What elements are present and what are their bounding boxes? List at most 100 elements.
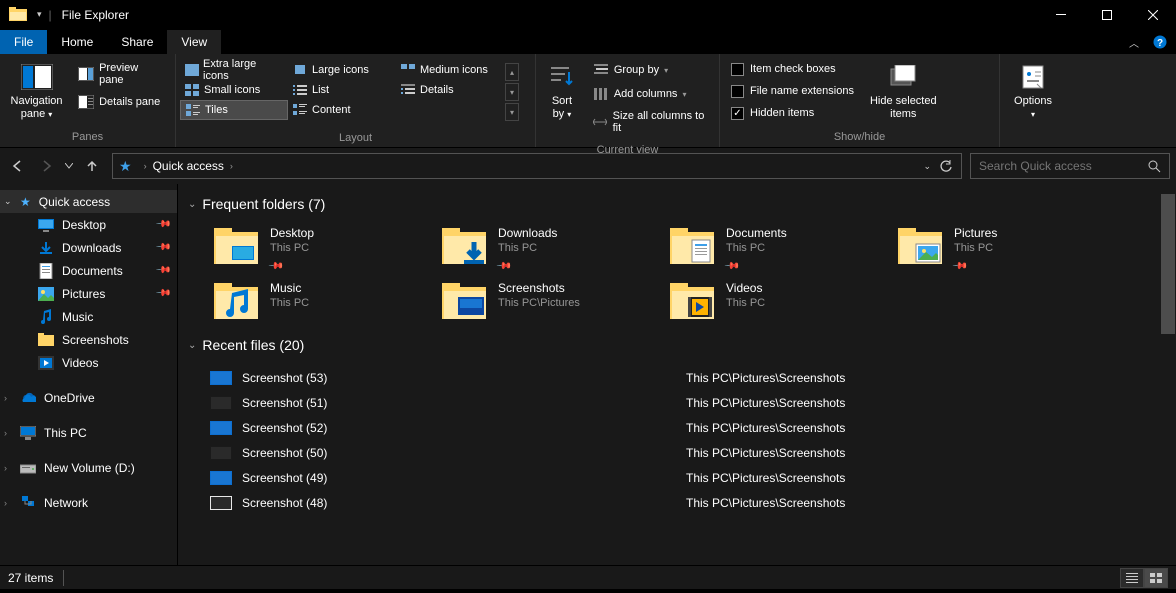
- expand-icon[interactable]: ›: [4, 463, 7, 473]
- recent-dropdown[interactable]: [62, 154, 76, 178]
- scrollbar-thumb[interactable]: [1161, 194, 1175, 334]
- folder-name: Downloads: [498, 226, 557, 240]
- desktop-icon: [38, 217, 54, 233]
- tab-file[interactable]: File: [0, 30, 47, 54]
- recent-file-row[interactable]: Screenshot (48)This PC\Pictures\Screensh…: [210, 490, 1176, 515]
- maximize-button[interactable]: [1084, 0, 1130, 30]
- quick-access-star-icon: ★: [119, 158, 132, 175]
- navigation-pane-button[interactable]: Navigation pane ▾: [3, 57, 70, 125]
- tab-view[interactable]: View: [167, 30, 221, 54]
- help-icon[interactable]: ?: [1148, 30, 1172, 54]
- layout-extra-large[interactable]: Extra large icons: [180, 60, 288, 80]
- sidebar-item-downloads[interactable]: Downloads📌: [0, 236, 177, 259]
- folder-tile[interactable]: DownloadsThis PC📌: [436, 220, 664, 275]
- gallery-expand[interactable]: ▾: [505, 103, 519, 121]
- folder-name: Screenshots: [498, 281, 580, 295]
- recent-file-row[interactable]: Screenshot (53)This PC\Pictures\Screensh…: [210, 365, 1176, 390]
- navigation-pane-icon: [21, 61, 53, 93]
- tab-share[interactable]: Share: [107, 30, 167, 54]
- folder-tile[interactable]: ScreenshotsThis PC\Pictures: [436, 275, 664, 325]
- layout-list[interactable]: List: [288, 80, 396, 100]
- folder-tile[interactable]: VideosThis PC: [664, 275, 892, 325]
- address-input[interactable]: ★ › Quick access › ⌄: [112, 153, 962, 179]
- folder-tile[interactable]: DocumentsThis PC📌: [664, 220, 892, 275]
- layout-small[interactable]: Small icons: [180, 80, 288, 100]
- collapse-ribbon-icon[interactable]: ︿: [1120, 30, 1148, 54]
- sidebar-quick-access[interactable]: ⌄★Quick access: [0, 190, 177, 213]
- file-extensions-toggle[interactable]: File name extensions: [725, 81, 860, 101]
- forward-button[interactable]: [34, 154, 58, 178]
- layout-tiles[interactable]: Tiles: [180, 100, 288, 120]
- layout-medium[interactable]: Medium icons: [396, 60, 504, 80]
- preview-pane-icon: [78, 66, 94, 82]
- hidden-items-toggle[interactable]: ✓Hidden items: [725, 103, 860, 123]
- search-icon[interactable]: [1148, 160, 1161, 173]
- expand-icon[interactable]: ⌄: [4, 196, 12, 207]
- group-by-button[interactable]: Group by ▾: [587, 59, 714, 81]
- sidebar-item-screenshots[interactable]: Screenshots: [0, 328, 177, 351]
- folder-tile[interactable]: PicturesThis PC📌: [892, 220, 1120, 275]
- layout-group-label: Layout: [176, 130, 535, 148]
- recent-file-row[interactable]: Screenshot (51)This PC\Pictures\Screensh…: [210, 390, 1176, 415]
- layout-details[interactable]: Details: [396, 80, 504, 100]
- folder-location: This PC: [726, 297, 765, 309]
- hide-selected-button[interactable]: Hide selected items: [862, 57, 945, 125]
- details-icon: [400, 82, 416, 98]
- refresh-icon[interactable]: [939, 159, 953, 173]
- sort-by-button[interactable]: Sort by ▾: [539, 57, 585, 125]
- folder-tile[interactable]: DesktopThis PC📌: [208, 220, 436, 275]
- item-checkboxes-toggle[interactable]: Item check boxes: [725, 59, 860, 79]
- expand-icon[interactable]: ›: [4, 393, 7, 403]
- image-thumbnail-icon: [210, 445, 232, 461]
- sidebar-network[interactable]: ›Network: [0, 491, 177, 514]
- sidebar-new-volume[interactable]: ›New Volume (D:): [0, 456, 177, 479]
- sidebar-item-pictures[interactable]: Pictures📌: [0, 282, 177, 305]
- music-icon: [38, 309, 54, 325]
- pin-icon: 📌: [952, 258, 967, 273]
- gallery-scroll-up[interactable]: ▴: [505, 63, 519, 81]
- folder-tile[interactable]: MusicThis PC: [208, 275, 436, 325]
- frequent-folders-header[interactable]: ⌄Frequent folders (7): [184, 192, 1176, 220]
- tab-home[interactable]: Home: [47, 30, 107, 54]
- expand-icon[interactable]: ›: [4, 428, 7, 438]
- add-columns-button[interactable]: Add columns ▾: [587, 83, 714, 105]
- search-input[interactable]: [979, 159, 1148, 173]
- documents-icon: [38, 263, 54, 279]
- gallery-scroll-down[interactable]: ▾: [505, 83, 519, 101]
- large-icons-view-button[interactable]: [1144, 568, 1168, 588]
- sidebar-this-pc[interactable]: ›This PC: [0, 421, 177, 444]
- recent-file-row[interactable]: Screenshot (52)This PC\Pictures\Screensh…: [210, 415, 1176, 440]
- recent-file-row[interactable]: Screenshot (49)This PC\Pictures\Screensh…: [210, 465, 1176, 490]
- breadcrumb-location[interactable]: Quick access: [153, 159, 224, 173]
- back-button[interactable]: [6, 154, 30, 178]
- up-button[interactable]: [80, 154, 104, 178]
- scrollbar[interactable]: [1160, 184, 1176, 565]
- image-thumbnail-icon: [210, 495, 232, 511]
- options-button[interactable]: Options▾: [1003, 57, 1063, 125]
- address-dropdown-icon[interactable]: ⌄: [923, 161, 931, 172]
- sidebar-item-documents[interactable]: Documents📌: [0, 259, 177, 282]
- layout-content[interactable]: Content: [288, 100, 396, 120]
- layout-large[interactable]: Large icons: [288, 60, 396, 80]
- close-button[interactable]: [1130, 0, 1176, 30]
- breadcrumb-arrow-icon[interactable]: ›: [144, 161, 147, 171]
- sidebar-item-music[interactable]: Music: [0, 305, 177, 328]
- recent-file-path: This PC\Pictures\Screenshots: [686, 396, 845, 410]
- preview-pane-button[interactable]: Preview pane: [72, 59, 170, 89]
- size-columns-button[interactable]: Size all columns to fit: [587, 107, 714, 137]
- search-box[interactable]: [970, 153, 1170, 179]
- sidebar-item-desktop[interactable]: Desktop📌: [0, 213, 177, 236]
- folder-icon: [896, 224, 944, 266]
- recent-files-header[interactable]: ⌄Recent files (20): [184, 333, 1176, 361]
- recent-file-row[interactable]: Screenshot (50)This PC\Pictures\Screensh…: [210, 440, 1176, 465]
- expand-icon[interactable]: ›: [4, 498, 7, 508]
- minimize-button[interactable]: [1038, 0, 1084, 30]
- details-view-button[interactable]: [1120, 568, 1144, 588]
- details-pane-button[interactable]: Details pane: [72, 91, 170, 113]
- sidebar-item-videos[interactable]: Videos: [0, 351, 177, 374]
- qat-dropdown-icon[interactable]: ▾: [37, 9, 42, 20]
- pictures-icon: [38, 286, 54, 302]
- folder-location: This PC: [270, 297, 309, 309]
- breadcrumb-arrow-icon[interactable]: ›: [230, 161, 233, 171]
- sidebar-onedrive[interactable]: ›OneDrive: [0, 386, 177, 409]
